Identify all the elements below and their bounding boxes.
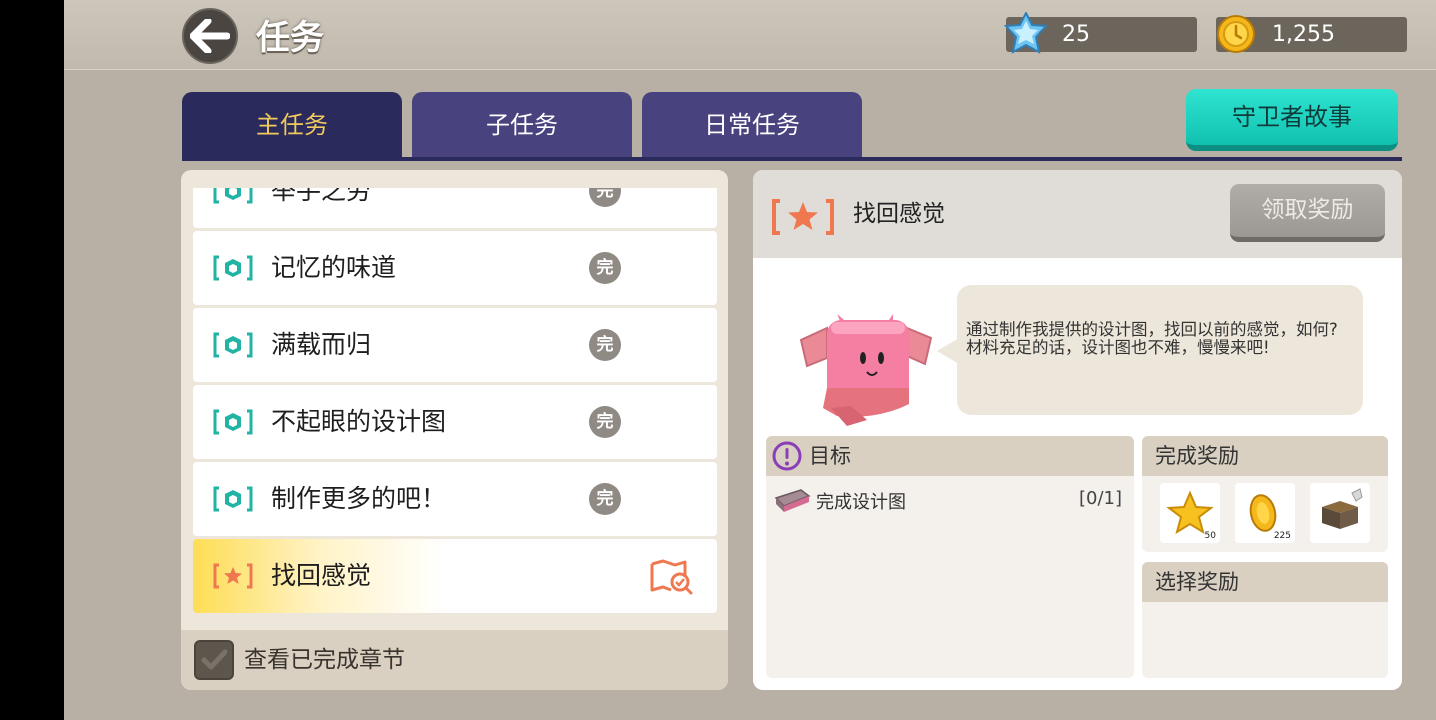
tab-underline xyxy=(182,157,1402,161)
completion-reward-box: 完成奖励 50 225 xyxy=(1142,436,1388,552)
reward-count: 225 xyxy=(1273,531,1291,541)
quest-item[interactable]: 不起眼的设计图 完 xyxy=(193,385,717,459)
dialogue-line: 材料充足的话，设计图也不难，慢慢来吧! xyxy=(966,338,1270,357)
map-track-icon xyxy=(650,559,693,595)
speech-bubble-tail xyxy=(937,338,959,364)
select-reward-title: 选择奖励 xyxy=(1155,570,1239,594)
show-completed-row[interactable]: 查看已完成章节 xyxy=(181,630,728,690)
show-completed-checkbox[interactable] xyxy=(194,640,234,680)
quest-detail-panel: 找回感觉 领取奖励 通过制作我提供的设计图，找回以前的感觉，如何? 材料充足的话… xyxy=(753,170,1402,690)
reward-count: 50 xyxy=(1204,531,1216,541)
quest-label: 不起眼的设计图 xyxy=(271,407,447,436)
coin-count: 1,255 xyxy=(1272,22,1335,47)
tab-daily-quest[interactable]: 日常任务 xyxy=(642,92,862,158)
pink-cube-character xyxy=(799,314,933,426)
completed-badge: 完 xyxy=(589,406,621,438)
quest-label: 制作更多的吧！ xyxy=(271,484,447,513)
tab-sub-quest[interactable]: 子任务 xyxy=(412,92,632,158)
blueprint-icon xyxy=(774,489,811,512)
completed-quest-icon xyxy=(213,332,253,358)
quest-item[interactable]: 记忆的味道 完 xyxy=(193,231,717,305)
character-dialogue: 通过制作我提供的设计图，找回以前的感觉，如何? 材料充足的话，设计图也不难，慢慢… xyxy=(957,285,1363,415)
exclamation-icon xyxy=(772,441,802,471)
quest-item-current[interactable]: 找回感觉 xyxy=(193,539,717,613)
diamond-icon xyxy=(1004,12,1048,54)
checkmark-icon xyxy=(201,649,228,670)
completed-quest-icon xyxy=(213,409,253,435)
reward-slot-workbench[interactable] xyxy=(1310,483,1370,543)
completed-badge: 完 xyxy=(589,483,621,515)
tab-main-quest[interactable]: 主任务 xyxy=(182,92,402,158)
objective-box: 目标 完成设计图 [0/1] xyxy=(766,436,1134,678)
dialogue-line: 通过制作我提供的设计图，找回以前的感觉，如何? xyxy=(966,320,1338,339)
workbench-icon xyxy=(1322,488,1363,529)
completed-badge: 完 xyxy=(589,252,621,284)
guardian-story-button[interactable]: 守卫者故事 xyxy=(1186,89,1398,151)
objective-header: 目标 xyxy=(766,436,1134,476)
completion-reward-header: 完成奖励 xyxy=(1142,436,1388,476)
top-bar: 任务 25 1,255 xyxy=(64,0,1436,70)
quest-item[interactable]: 满载而归 完 xyxy=(193,308,717,382)
reward-slot-coin[interactable]: 225 xyxy=(1235,483,1295,543)
main-quest-star-icon xyxy=(772,199,834,235)
completed-quest-icon xyxy=(213,486,253,512)
objective-progress: [0/1] xyxy=(1078,488,1122,509)
coin-icon xyxy=(1217,15,1255,53)
show-completed-label: 查看已完成章节 xyxy=(244,647,405,673)
back-button[interactable] xyxy=(182,8,238,64)
quest-detail-title: 找回感觉 xyxy=(853,201,945,227)
completed-quest-icon xyxy=(213,188,253,204)
completed-quest-icon xyxy=(213,255,253,281)
completed-badge: 完 xyxy=(589,188,621,207)
diamond-count: 25 xyxy=(1062,22,1090,47)
completion-reward-title: 完成奖励 xyxy=(1155,444,1239,468)
quest-label: 举手之劳 xyxy=(271,188,372,205)
page-title: 任务 xyxy=(256,18,324,58)
reward-slot-star[interactable]: 50 xyxy=(1160,483,1220,543)
quest-detail-header: 找回感觉 领取奖励 xyxy=(753,170,1402,258)
select-reward-header: 选择奖励 xyxy=(1142,562,1388,602)
game-screen: 任务 25 1,255 主任务 子任务 日常任务 守卫者故事 举手之劳 完 记忆… xyxy=(64,0,1436,720)
quest-label: 记忆的味道 xyxy=(271,253,397,282)
main-quest-star-icon xyxy=(213,563,253,589)
quest-label: 满载而归 xyxy=(271,330,372,359)
quest-list-panel: 举手之劳 完 记忆的味道 完 满载而归 完 不起眼的设计图 完 制作更多的吧！ … xyxy=(181,170,728,690)
back-arrow-icon xyxy=(190,19,230,53)
claim-reward-button[interactable]: 领取奖励 xyxy=(1230,184,1385,242)
quest-item[interactable]: 制作更多的吧！ 完 xyxy=(193,462,717,536)
objective-item: 完成设计图 xyxy=(816,492,906,513)
quest-label: 找回感觉 xyxy=(271,561,372,590)
quest-list[interactable]: 举手之劳 完 记忆的味道 完 满载而归 完 不起眼的设计图 完 制作更多的吧！ … xyxy=(193,188,717,626)
completed-badge: 完 xyxy=(589,329,621,361)
select-reward-box: 选择奖励 xyxy=(1142,562,1388,678)
quest-item[interactable]: 举手之劳 完 xyxy=(193,188,717,228)
objective-title: 目标 xyxy=(809,444,851,468)
